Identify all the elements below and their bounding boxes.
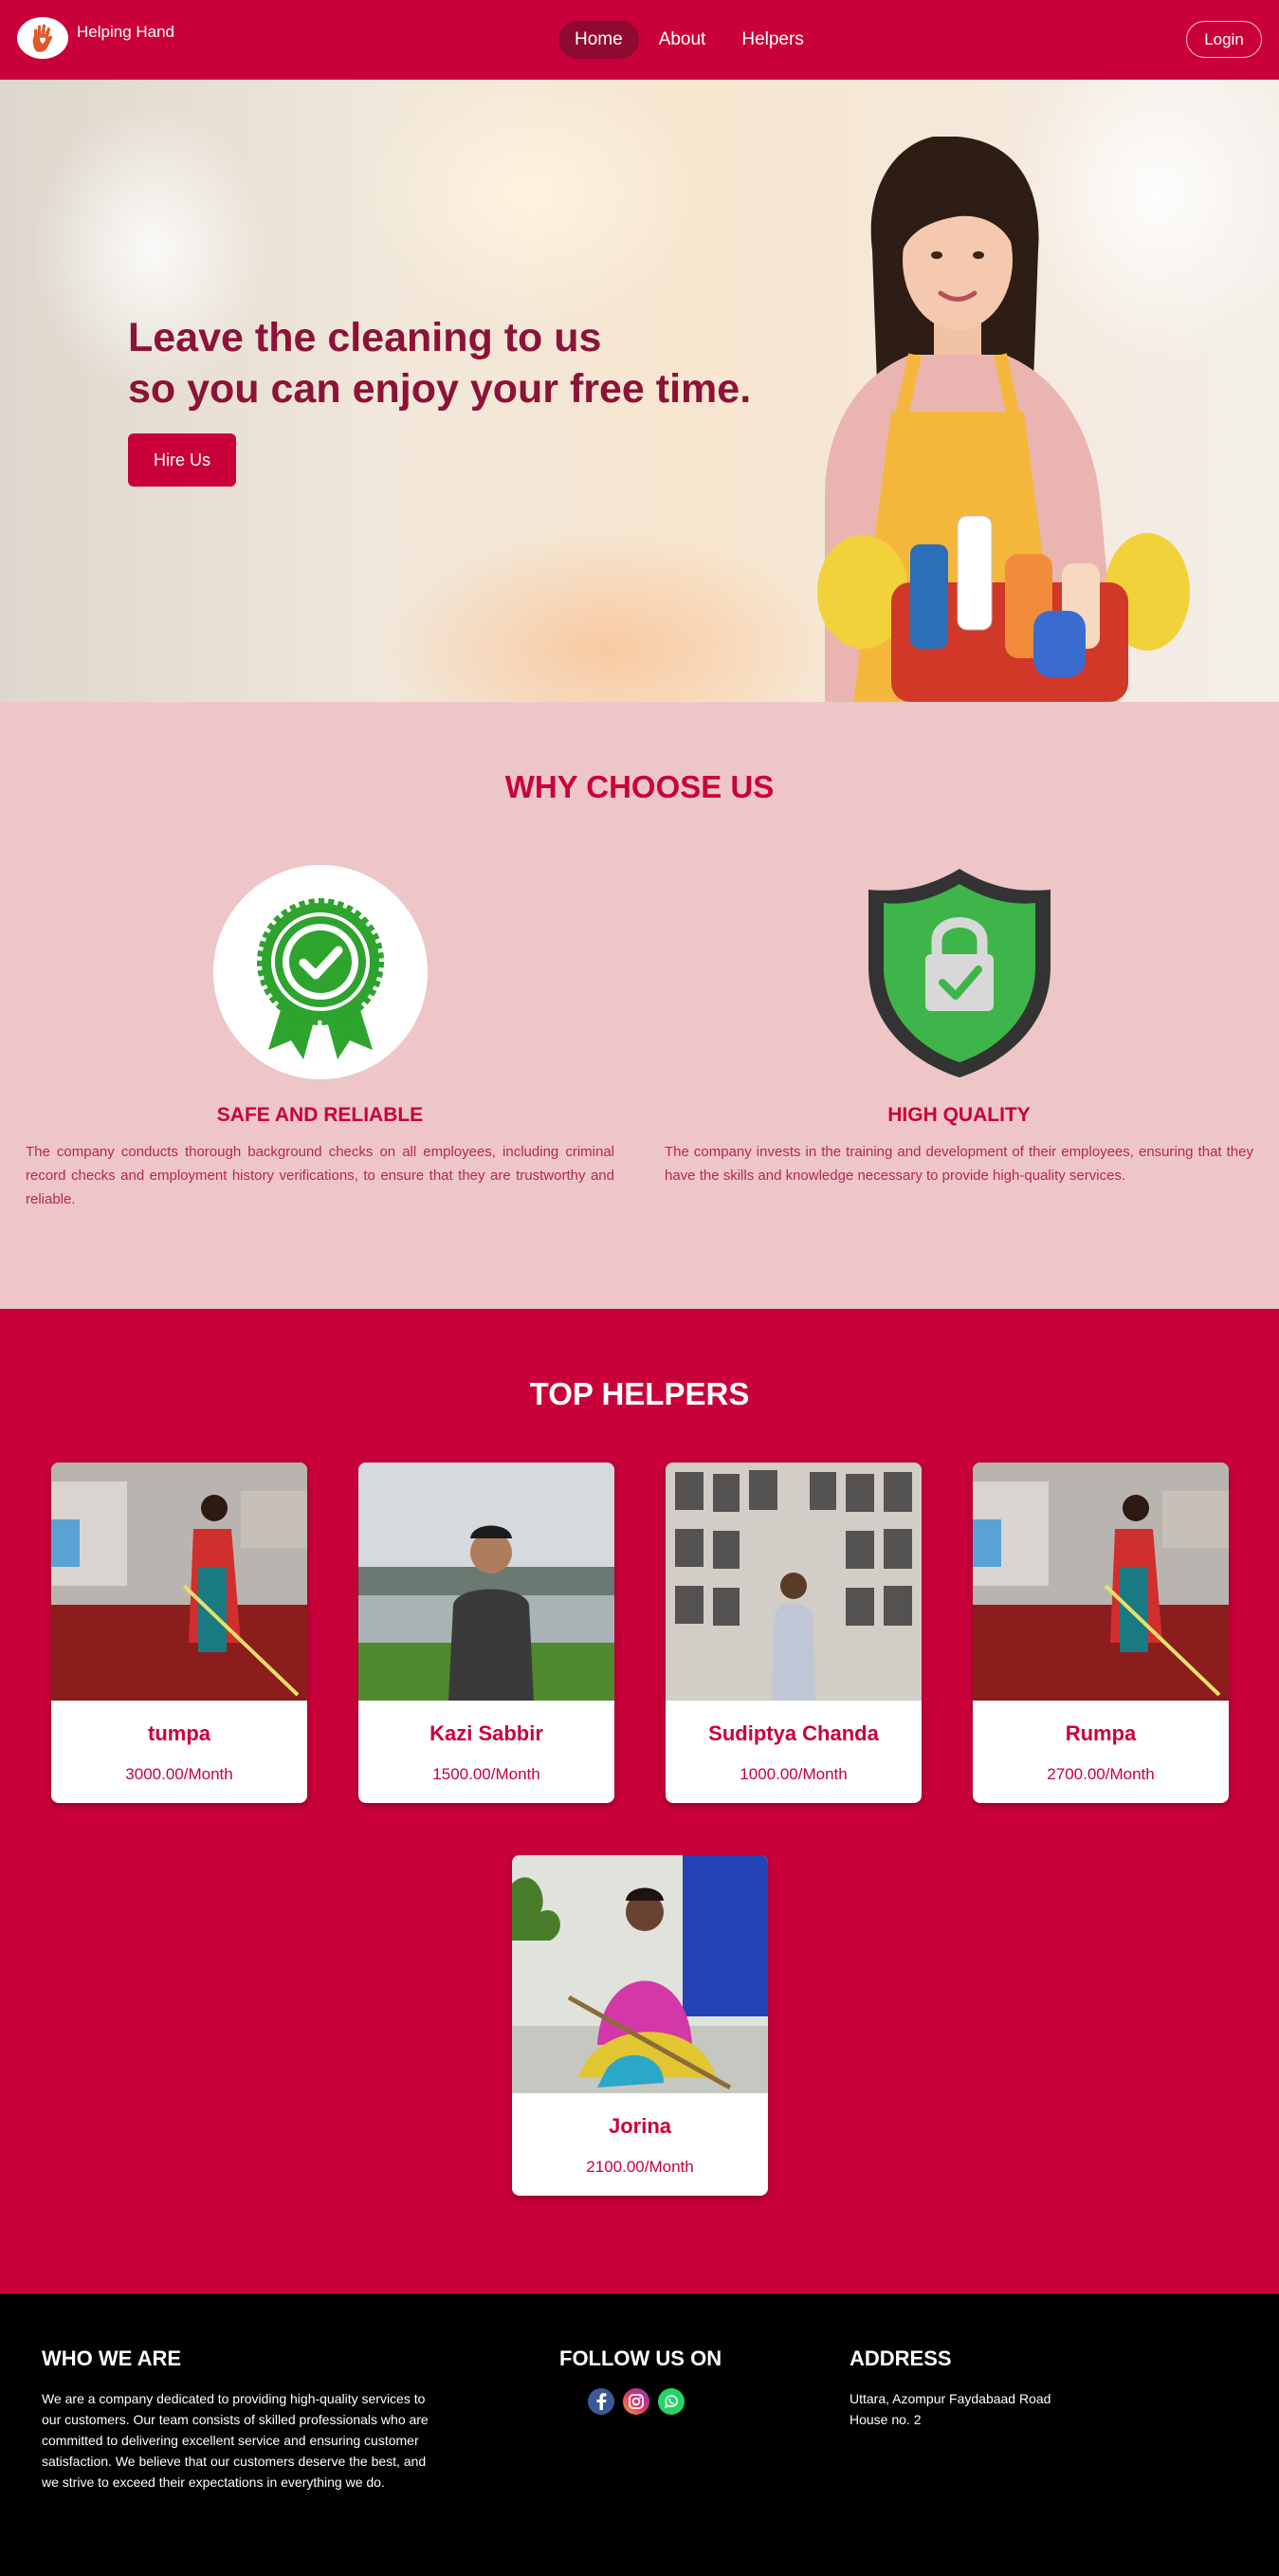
helper-photo	[51, 1463, 307, 1701]
hire-us-button[interactable]: Hire Us	[128, 433, 236, 487]
why-choose-section: WHY CHOOSE US SAFE AND RELIABLE The comp…	[0, 702, 1279, 1309]
navbar: Helping Hand Home About Helpers Login	[0, 0, 1279, 80]
nav-helpers[interactable]: Helpers	[725, 21, 819, 59]
feature-description: The company conducts thorough background…	[26, 1144, 614, 1207]
hero-text: Leave the cleaning to us so you can enjo…	[128, 312, 751, 487]
helper-photo	[358, 1463, 614, 1701]
helper-name: tumpa	[148, 1721, 210, 1745]
cleaning-woman-image	[817, 137, 1190, 702]
helper-card[interactable]: Sudiptya Chanda 1000.00/Month	[666, 1463, 922, 1803]
facebook-icon[interactable]	[588, 2388, 614, 2415]
address-line-2: House no. 2	[850, 2412, 922, 2427]
nav-home[interactable]: Home	[558, 21, 639, 59]
shield-lock-icon	[868, 869, 1051, 1077]
helper-card[interactable]: Kazi Sabbir 1500.00/Month	[358, 1463, 614, 1803]
address-line-1: Uttara, Azompur Faydabaad Road	[850, 2391, 1051, 2406]
feature-title: SAFE AND RELIABLE	[216, 1104, 424, 1126]
hero-section: Leave the cleaning to us so you can enjo…	[0, 80, 1279, 702]
helper-photo	[973, 1463, 1229, 1701]
feature-title: HIGH QUALITY	[887, 1104, 1031, 1126]
helper-card[interactable]: Jorina 2100.00/Month	[512, 1855, 768, 2196]
who-we-are-text: We are a company dedicated to providing …	[42, 2391, 429, 2490]
main-nav: Home About Helpers	[558, 21, 824, 59]
helping-hand-icon	[32, 24, 53, 52]
instagram-icon[interactable]	[623, 2388, 649, 2415]
brand-name: Helping Hand	[77, 23, 175, 41]
feature-safe: SAFE AND RELIABLE The company conducts t…	[26, 863, 614, 1211]
helper-salary: 1500.00/Month	[432, 1765, 540, 1783]
helper-card[interactable]: tumpa 3000.00/Month	[51, 1463, 307, 1803]
login-button[interactable]: Login	[1186, 21, 1262, 58]
hero-title: Leave the cleaning to us so you can enjo…	[128, 312, 751, 414]
footer: WHO WE ARE We are a company dedicated to…	[0, 2293, 1279, 2576]
helper-salary: 2700.00/Month	[1047, 1765, 1155, 1783]
nav-about[interactable]: About	[643, 21, 722, 59]
helper-name: Sudiptya Chanda	[708, 1721, 879, 1745]
award-badge-icon	[212, 865, 428, 1079]
helpers-title: TOP HELPERS	[529, 1376, 750, 1411]
helper-photo	[666, 1463, 922, 1701]
helper-salary: 2100.00/Month	[586, 2158, 694, 2176]
whatsapp-icon[interactable]	[658, 2388, 685, 2415]
hero-title-line1: Leave the cleaning to us	[128, 315, 602, 360]
feature-quality: HIGH QUALITY The company invests in the …	[665, 863, 1253, 1187]
helper-card[interactable]: Rumpa 2700.00/Month	[973, 1463, 1229, 1803]
address-block: Uttara, Azompur Faydabaad Road House no.…	[850, 2388, 1051, 2430]
who-we-are-heading: WHO WE ARE	[42, 2346, 182, 2370]
helper-photo	[512, 1855, 768, 2093]
helper-name: Rumpa	[1065, 1721, 1137, 1745]
helper-name: Kazi Sabbir	[429, 1721, 543, 1745]
helper-salary: 1000.00/Month	[740, 1765, 848, 1783]
helper-name: Jorina	[608, 2114, 672, 2138]
follow-us-heading: FOLLOW US ON	[559, 2346, 722, 2370]
hero-title-line2: so you can enjoy your free time.	[128, 366, 752, 412]
helper-salary: 3000.00/Month	[125, 1765, 233, 1783]
logo[interactable]	[17, 17, 68, 59]
social-links	[588, 2388, 685, 2415]
address-heading: ADDRESS	[850, 2346, 952, 2370]
why-title: WHY CHOOSE US	[504, 769, 775, 804]
top-helpers-section: TOP HELPERS tumpa 3000.00/Month Kazi Sab…	[0, 1309, 1279, 2293]
feature-description: The company invests in the training and …	[665, 1144, 1253, 1184]
